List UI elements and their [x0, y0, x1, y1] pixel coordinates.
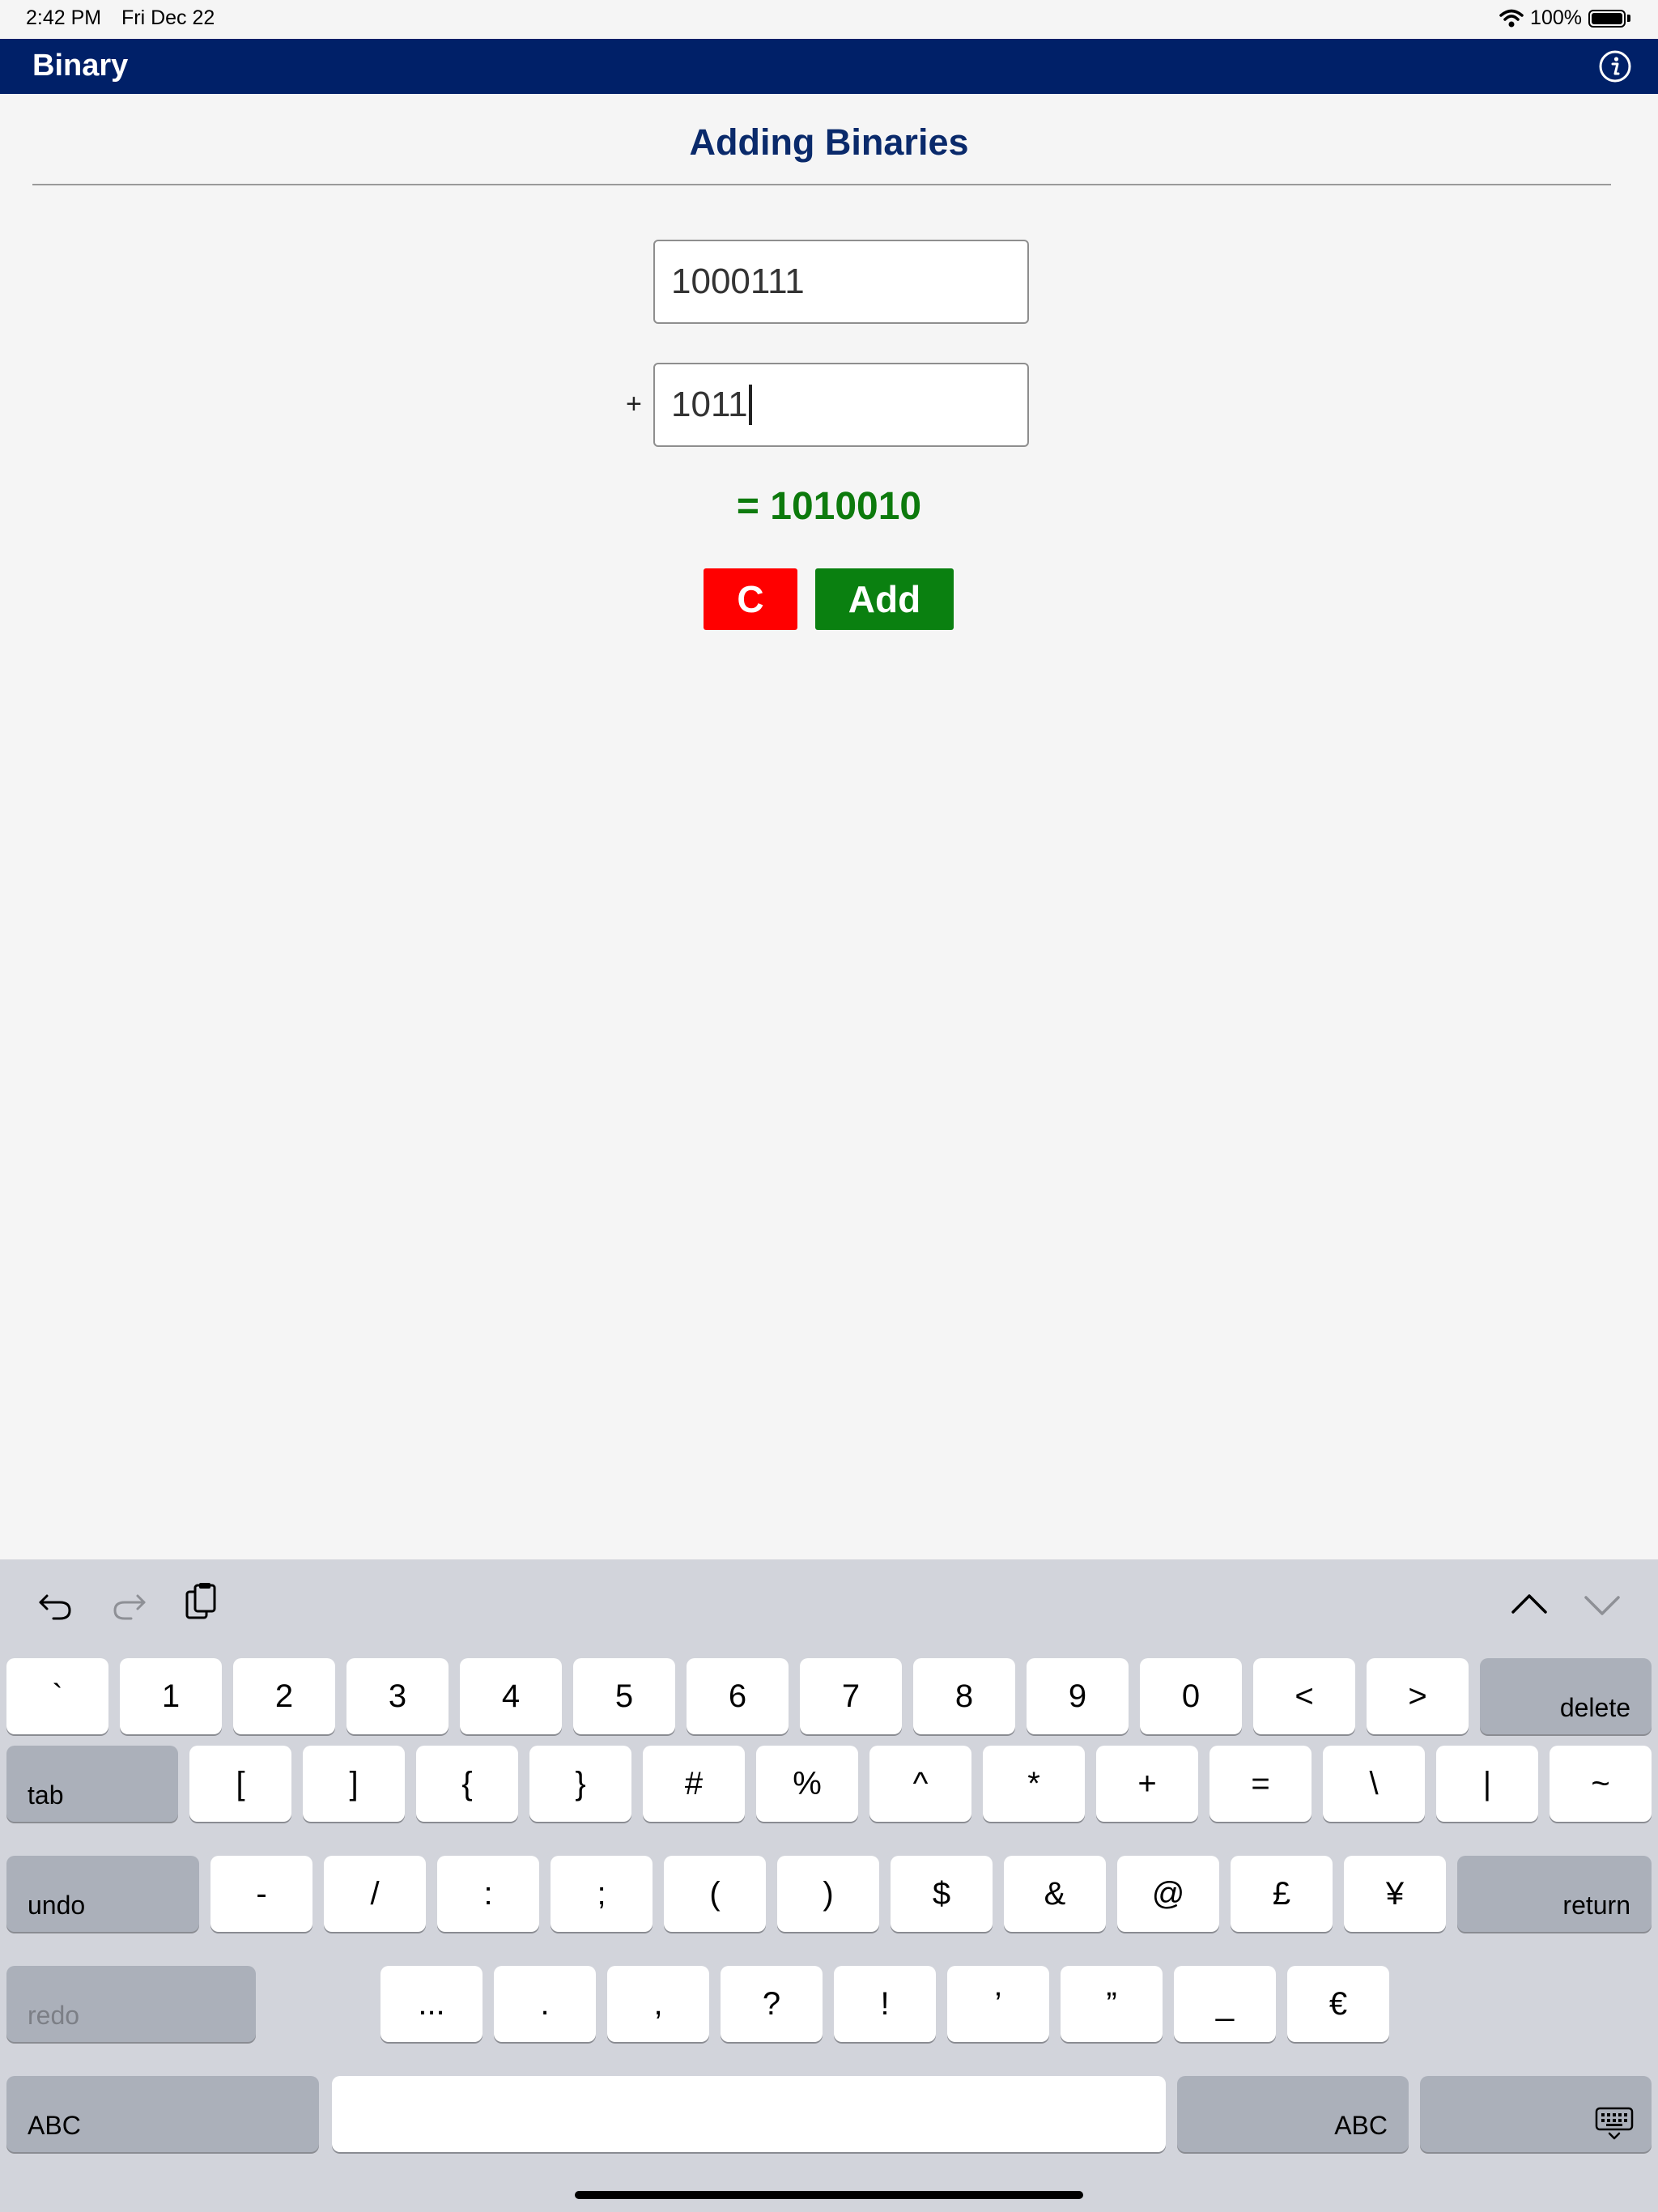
undo-arrow-icon[interactable]	[36, 1585, 76, 1625]
key-pound[interactable]: £	[1231, 1856, 1333, 1932]
key-7[interactable]: 7	[800, 1658, 902, 1734]
key-less-than[interactable]: <	[1253, 1658, 1355, 1734]
key-undo[interactable]: undo	[6, 1856, 199, 1932]
key-tilde[interactable]: ~	[1550, 1746, 1652, 1822]
key-colon[interactable]: :	[437, 1856, 539, 1932]
key-1[interactable]: 1	[120, 1658, 222, 1734]
key-ampersand[interactable]: &	[1004, 1856, 1106, 1932]
key-asterisk[interactable]: *	[983, 1746, 1085, 1822]
key-equals[interactable]: =	[1209, 1746, 1312, 1822]
battery-nub	[1627, 15, 1630, 22]
key-tab[interactable]: tab	[6, 1746, 178, 1822]
battery-icon	[1588, 9, 1626, 28]
key-open-paren[interactable]: (	[664, 1856, 766, 1932]
key-2[interactable]: 2	[233, 1658, 335, 1734]
key-backslash[interactable]: \	[1323, 1746, 1425, 1822]
page-title: Adding Binaries	[689, 121, 969, 163]
key-close-bracket[interactable]: ]	[303, 1746, 405, 1822]
key-yen[interactable]: ¥	[1344, 1856, 1446, 1932]
key-apostrophe[interactable]: ’	[947, 1966, 1049, 2042]
key-9[interactable]: 9	[1027, 1658, 1129, 1734]
key-5[interactable]: 5	[573, 1658, 675, 1734]
key-abc-left[interactable]: ABC	[6, 2076, 319, 2152]
key-pipe[interactable]: |	[1436, 1746, 1538, 1822]
key-percent[interactable]: %	[756, 1746, 858, 1822]
status-time: 2:42 PM	[26, 6, 102, 29]
sum-result: = 1010010	[736, 485, 922, 528]
keyboard: ` 1 2 3 4 5 6 7 8 9 0 < > delete tab [ ]…	[0, 1559, 1658, 2212]
key-question[interactable]: ?	[721, 1966, 823, 2042]
title-divider	[32, 184, 1611, 185]
chevron-down-icon[interactable]	[1582, 1585, 1622, 1625]
key-quote[interactable]: ”	[1061, 1966, 1163, 2042]
key-0[interactable]: 0	[1140, 1658, 1242, 1734]
plus-sign: +	[626, 389, 642, 419]
key-caret[interactable]: ^	[869, 1746, 971, 1822]
first-binary-input[interactable]: 1000111	[653, 240, 1029, 324]
key-underscore[interactable]: _	[1174, 1966, 1276, 2042]
key-open-brace[interactable]: {	[416, 1746, 518, 1822]
key-6[interactable]: 6	[687, 1658, 789, 1734]
redo-arrow-icon[interactable]	[108, 1585, 149, 1625]
home-indicator[interactable]	[575, 2191, 1083, 2199]
status-indicators: 100%	[1499, 6, 1630, 30]
key-hyphen[interactable]: -	[210, 1856, 312, 1932]
key-slash[interactable]: /	[324, 1856, 426, 1932]
key-4[interactable]: 4	[460, 1658, 562, 1734]
key-dismiss-keyboard[interactable]	[1420, 2076, 1652, 2152]
key-at[interactable]: @	[1117, 1856, 1219, 1932]
key-greater-than[interactable]: >	[1367, 1658, 1469, 1734]
second-binary-input[interactable]: 1011	[653, 363, 1029, 447]
add-button[interactable]: Add	[815, 568, 954, 630]
chevron-up-icon[interactable]	[1509, 1585, 1550, 1625]
text-caret	[748, 385, 752, 425]
status-bar: 2:42 PM Fri Dec 22 100%	[0, 0, 1658, 39]
status-date: Fri Dec 22	[121, 6, 215, 29]
key-dollar[interactable]: $	[891, 1856, 993, 1932]
nav-bar: Binary	[0, 39, 1658, 94]
key-close-brace[interactable]: }	[529, 1746, 631, 1822]
key-space[interactable]	[332, 2076, 1166, 2152]
key-backtick[interactable]: `	[6, 1658, 108, 1734]
key-ellipsis[interactable]: ...	[380, 1966, 483, 2042]
key-euro[interactable]: €	[1287, 1966, 1389, 2042]
key-return[interactable]: return	[1457, 1856, 1652, 1932]
wifi-icon	[1499, 9, 1524, 27]
key-period[interactable]: .	[494, 1966, 596, 2042]
key-delete[interactable]: delete	[1480, 1658, 1652, 1734]
key-comma[interactable]: ,	[607, 1966, 709, 2042]
paste-icon[interactable]	[181, 1582, 222, 1623]
key-plus[interactable]: +	[1096, 1746, 1198, 1822]
clear-button[interactable]: C	[704, 568, 797, 630]
key-exclamation[interactable]: !	[834, 1966, 936, 2042]
key-redo[interactable]: redo	[6, 1966, 256, 2042]
key-8[interactable]: 8	[913, 1658, 1015, 1734]
key-3[interactable]: 3	[346, 1658, 449, 1734]
second-binary-value: 1011	[671, 385, 748, 424]
first-binary-value: 1000111	[671, 262, 805, 301]
info-icon[interactable]	[1598, 49, 1632, 83]
key-open-bracket[interactable]: [	[189, 1746, 291, 1822]
key-hash[interactable]: #	[643, 1746, 745, 1822]
key-abc-right[interactable]: ABC	[1177, 2076, 1409, 2152]
battery-percent: 100%	[1530, 6, 1582, 29]
nav-title: Binary	[32, 49, 129, 83]
keyboard-dismiss-icon	[1595, 2107, 1634, 2140]
key-semicolon[interactable]: ;	[551, 1856, 653, 1932]
key-close-paren[interactable]: )	[777, 1856, 879, 1932]
